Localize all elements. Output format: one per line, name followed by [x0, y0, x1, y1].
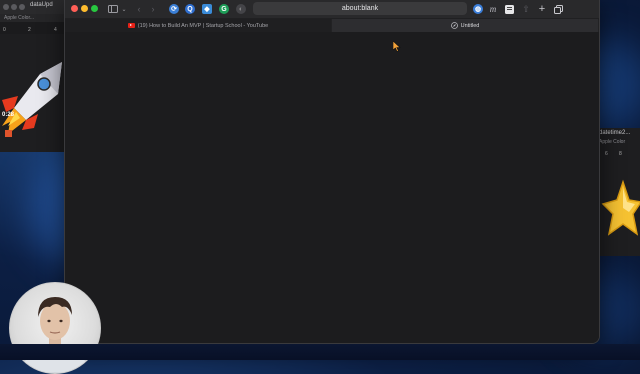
ruler-tick: 6	[605, 151, 608, 157]
privacy-icon[interactable]: ◐	[236, 4, 246, 14]
close-dot[interactable]	[3, 4, 9, 10]
tab-overview-icon[interactable]	[553, 3, 563, 15]
webcam-overlay	[9, 282, 101, 374]
address-bar[interactable]: about:blank	[253, 2, 467, 15]
tab-youtube[interactable]: (19) How to Build An MVP | Startup Schoo…	[65, 19, 331, 32]
tab-label: (19) How to Build An MVP | Startup Schoo…	[137, 22, 269, 29]
tab-untitled[interactable]: Untitled	[332, 19, 598, 32]
timecode: 0:28	[2, 112, 15, 118]
youtube-icon	[127, 23, 135, 28]
reader-m-icon[interactable]: m	[487, 3, 499, 15]
sidebar-icon[interactable]	[107, 3, 119, 15]
shield-icon[interactable]: ◆	[202, 4, 212, 14]
mouse-cursor-icon	[393, 41, 401, 52]
ruler-tick: 4	[54, 27, 57, 33]
minimize-button[interactable]	[81, 5, 88, 12]
zoom-dot[interactable]	[19, 4, 25, 10]
window-subtitle: Apple Color...	[0, 14, 64, 22]
share-icon[interactable]: ⇧	[521, 3, 531, 15]
notes-icon[interactable]	[504, 3, 514, 15]
desktop-bottom-strip	[0, 344, 640, 360]
ruler-tick: 2	[28, 27, 31, 33]
close-button[interactable]	[71, 5, 78, 12]
minimize-dot[interactable]	[11, 4, 17, 10]
window-titlebar[interactable]: dataUpd	[0, 0, 64, 14]
compass-icon	[450, 22, 458, 29]
background-window-right[interactable]: datetime2... Apple Color 6 8	[596, 128, 640, 256]
back-icon[interactable]: ‹	[135, 3, 143, 15]
chevron-down-icon[interactable]: ⌄	[120, 3, 128, 15]
ruler-tick: 0	[3, 27, 6, 33]
window-subtitle: Apple Color	[599, 139, 626, 145]
ruler-tick: 8	[619, 151, 622, 157]
zoom-button[interactable]	[91, 5, 98, 12]
timeline-ruler[interactable]: 0 2 4	[0, 22, 64, 34]
new-tab-icon[interactable]: +	[537, 3, 547, 15]
blank-page-content[interactable]	[65, 32, 599, 343]
extension-q-icon[interactable]: Q	[185, 4, 195, 14]
timeline-ruler[interactable]: 6 8	[597, 146, 640, 158]
extension-icon[interactable]: ◍	[473, 4, 483, 14]
browser-toolbar: ⌄ ‹ › ⟳ Q ◆ G ◐ about:blank ◍ m ⇧ +	[65, 0, 599, 19]
tab-bar: (19) How to Build An MVP | Startup Schoo…	[65, 19, 599, 33]
browser-window[interactable]: ⌄ ‹ › ⟳ Q ◆ G ◐ about:blank ◍ m ⇧ + (19)…	[64, 0, 600, 344]
forward-icon[interactable]: ›	[149, 3, 157, 15]
background-window-left[interactable]: dataUpd Apple Color... 0 2 4 0:28	[0, 0, 65, 152]
tab-label: Untitled	[460, 22, 480, 29]
rocket-icon	[2, 62, 62, 134]
window-title: datetime2...	[599, 130, 631, 136]
grammarly-icon[interactable]: G	[219, 4, 229, 14]
star-icon	[601, 179, 640, 236]
url-text[interactable]: about:blank	[342, 5, 378, 12]
window-title: dataUpd	[30, 2, 53, 8]
record-stop-button[interactable]	[5, 130, 12, 137]
extension-icon[interactable]: ⟳	[169, 4, 179, 14]
